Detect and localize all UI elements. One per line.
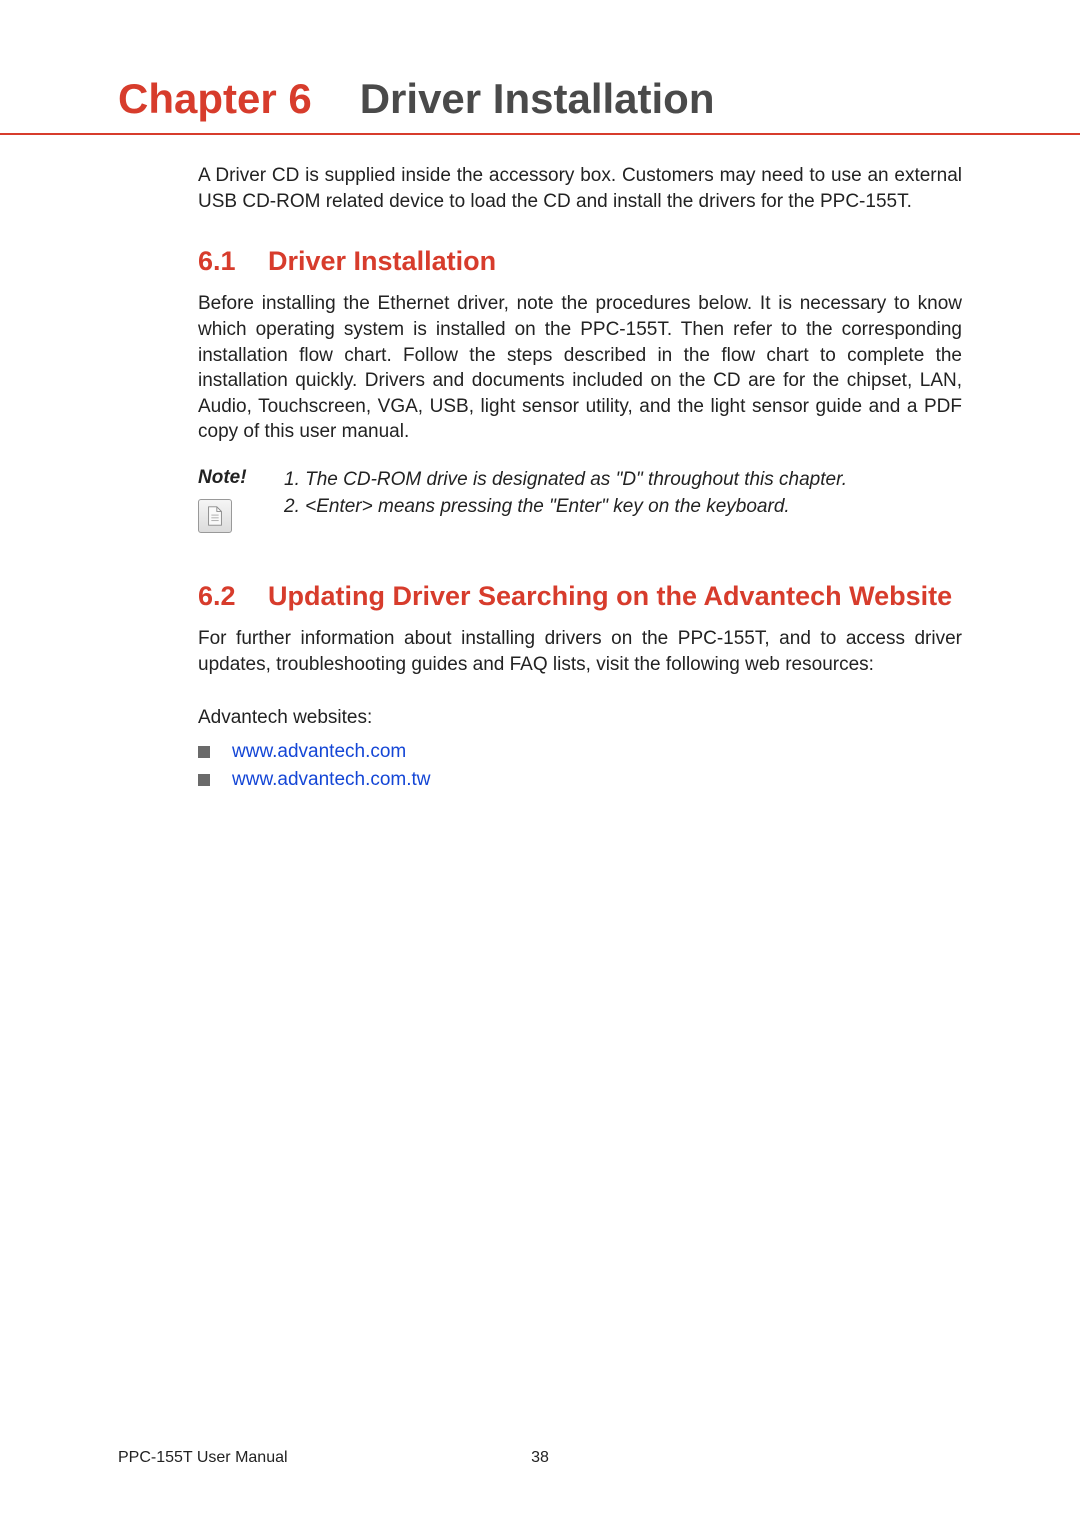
note-item-2: 2. <Enter> means pressing the "Enter" ke…: [284, 494, 847, 521]
chapter-title: Driver Installation: [360, 75, 715, 123]
section-number: 6.1: [198, 246, 244, 277]
section-6-2-body: For further information about installing…: [198, 626, 962, 677]
websites-label: Advantech websites:: [198, 707, 962, 729]
footer-page-number: 38: [531, 1449, 549, 1467]
bullet-icon: [198, 746, 210, 758]
section-6-2-heading: 6.2 Updating Driver Searching on the Adv…: [198, 581, 962, 612]
intro-paragraph: A Driver CD is supplied inside the acces…: [198, 163, 962, 214]
advantech-link[interactable]: www.advantech.com: [232, 741, 406, 763]
chapter-title-line: Chapter 6 Driver Installation: [118, 75, 962, 123]
section-title: Driver Installation: [268, 246, 496, 277]
website-list: www.advantech.com www.advantech.com.tw: [198, 741, 962, 791]
note-item-1: 1. The CD-ROM drive is designated as "D"…: [284, 467, 847, 494]
section-6-1-heading: 6.1 Driver Installation: [198, 246, 962, 277]
note-document-icon: [198, 499, 232, 533]
footer-manual-name: PPC-155T User Manual: [118, 1449, 288, 1467]
content-area: A Driver CD is supplied inside the acces…: [118, 163, 962, 791]
list-item: www.advantech.com: [198, 741, 962, 763]
note-label: Note!: [198, 467, 247, 489]
section-number: 6.2: [198, 581, 244, 612]
page: Chapter 6 Driver Installation A Driver C…: [0, 0, 1080, 1527]
note-block: Note! 1. The CD-ROM drive is designated …: [198, 467, 962, 533]
chapter-divider: [0, 133, 1080, 135]
note-text: 1. The CD-ROM drive is designated as "D"…: [284, 467, 847, 533]
section-title: Updating Driver Searching on the Advante…: [268, 581, 952, 612]
chapter-label: Chapter 6: [118, 75, 312, 123]
chapter-header: Chapter 6 Driver Installation: [118, 75, 962, 135]
page-footer: PPC-155T User Manual 38: [118, 1449, 962, 1467]
section-6-1-body: Before installing the Ethernet driver, n…: [198, 291, 962, 445]
advantech-tw-link[interactable]: www.advantech.com.tw: [232, 769, 431, 791]
list-item: www.advantech.com.tw: [198, 769, 962, 791]
bullet-icon: [198, 774, 210, 786]
note-left-column: Note!: [198, 467, 266, 533]
